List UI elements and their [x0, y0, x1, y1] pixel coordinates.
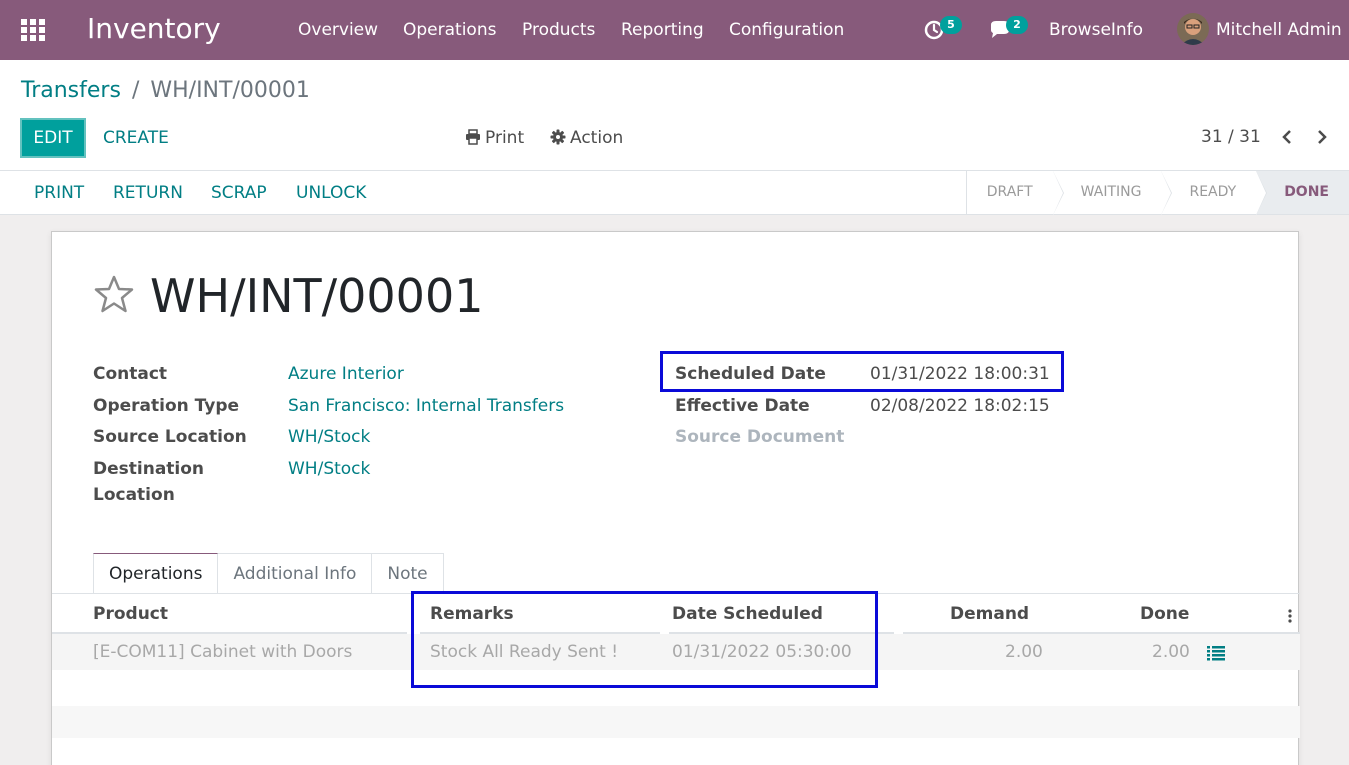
column-header-demand[interactable]: Demand — [950, 602, 1029, 626]
stage-ready[interactable]: READY — [1161, 171, 1267, 215]
breadcrumb-transfers-link[interactable]: Transfers — [21, 78, 121, 103]
menu-overview[interactable]: Overview — [298, 19, 378, 41]
pager-next-chevron-right-icon[interactable] — [1314, 127, 1330, 147]
user-avatar[interactable] — [1177, 13, 1209, 45]
status-bar: PRINT RETURN SCRAP UNLOCK DRAFT WAITING … — [0, 171, 1349, 215]
action-label: Action — [570, 128, 624, 148]
activity-count-badge: 5 — [940, 16, 962, 34]
stage-draft[interactable]: DRAFT — [967, 171, 1064, 215]
edit-button[interactable]: EDIT — [20, 118, 86, 158]
column-header-product[interactable]: Product — [93, 602, 168, 626]
row-demand: 2.00 — [1005, 642, 1043, 662]
tab-operations[interactable]: Operations — [93, 553, 219, 594]
contact-label: Contact — [93, 364, 168, 384]
stage-pipeline: DRAFT WAITING READY DONE — [965, 171, 1349, 215]
remarks-highlight-box — [411, 591, 878, 688]
stage-waiting[interactable]: WAITING — [1053, 171, 1173, 215]
favorite-star-icon[interactable] — [93, 273, 135, 315]
scheduled-date-highlight-box — [660, 351, 1064, 392]
tab-additional-info[interactable]: Additional Info — [218, 553, 373, 594]
unlock-button[interactable]: UNLOCK — [296, 182, 366, 204]
print-label: Print — [485, 128, 525, 148]
messages-count-badge: 2 — [1006, 16, 1028, 34]
control-panel: Transfers / WH/INT/00001 EDIT CREATE Pri… — [0, 60, 1349, 171]
operation-type-value[interactable]: San Francisco: Internal Transfers — [288, 393, 564, 419]
gear-icon — [550, 129, 566, 145]
print-button[interactable]: PRINT — [34, 182, 84, 204]
effective-date-label: Effective Date — [675, 396, 810, 416]
stage-done[interactable]: DONE — [1256, 171, 1349, 214]
record-title: WH/INT/00001 — [150, 269, 484, 323]
action-dropdown[interactable]: Action — [550, 127, 623, 149]
empty-table-row — [52, 706, 1300, 738]
row-done: 2.00 — [1152, 642, 1190, 662]
user-menu[interactable]: Mitchell Admin — [1216, 19, 1342, 41]
breadcrumb-separator: / — [131, 78, 140, 103]
breadcrumb-current: WH/INT/00001 — [150, 78, 310, 103]
form-sheet: WH/INT/00001 Contact Azure Interior Oper… — [51, 231, 1300, 765]
detailed-operations-list-icon[interactable] — [1207, 645, 1225, 661]
printer-icon — [465, 129, 481, 145]
pager-value[interactable]: 31 / 31 — [1201, 126, 1261, 148]
scrap-button[interactable]: SCRAP — [211, 182, 267, 204]
row-product: [E-COM11] Cabinet with Doors — [93, 642, 353, 662]
menu-products[interactable]: Products — [522, 19, 595, 41]
source-location-value[interactable]: WH/Stock — [288, 424, 370, 450]
app-name[interactable]: Inventory — [87, 11, 221, 47]
menu-operations[interactable]: Operations — [403, 19, 496, 41]
breadcrumb: Transfers / WH/INT/00001 — [21, 77, 310, 105]
print-dropdown[interactable]: Print — [465, 127, 524, 149]
contact-value[interactable]: Azure Interior — [288, 361, 404, 387]
destination-location-value[interactable]: WH/Stock — [288, 456, 370, 482]
menu-reporting[interactable]: Reporting — [621, 19, 704, 41]
return-button[interactable]: RETURN — [113, 182, 183, 204]
pager-previous-chevron-left-icon[interactable] — [1279, 127, 1295, 147]
source-location-label: Source Location — [93, 427, 247, 447]
notebook-tabs: Operations Additional Info Note — [93, 553, 444, 594]
operation-type-label: Operation Type — [93, 396, 240, 416]
effective-date-value: 02/08/2022 18:02:15 — [870, 396, 1050, 416]
top-navbar: Inventory Overview Operations Products R… — [0, 0, 1349, 60]
destination-location-label: Destination Location — [93, 459, 205, 505]
source-document-label: Source Document — [675, 427, 845, 447]
optional-columns-kebab-icon[interactable] — [1287, 608, 1293, 623]
apps-menu-icon[interactable] — [21, 19, 45, 41]
column-header-done[interactable]: Done — [1140, 602, 1189, 626]
company-switcher[interactable]: BrowseInfo — [1049, 19, 1143, 41]
create-button[interactable]: CREATE — [103, 127, 169, 149]
tab-note[interactable]: Note — [372, 553, 444, 594]
menu-configuration[interactable]: Configuration — [729, 19, 844, 41]
